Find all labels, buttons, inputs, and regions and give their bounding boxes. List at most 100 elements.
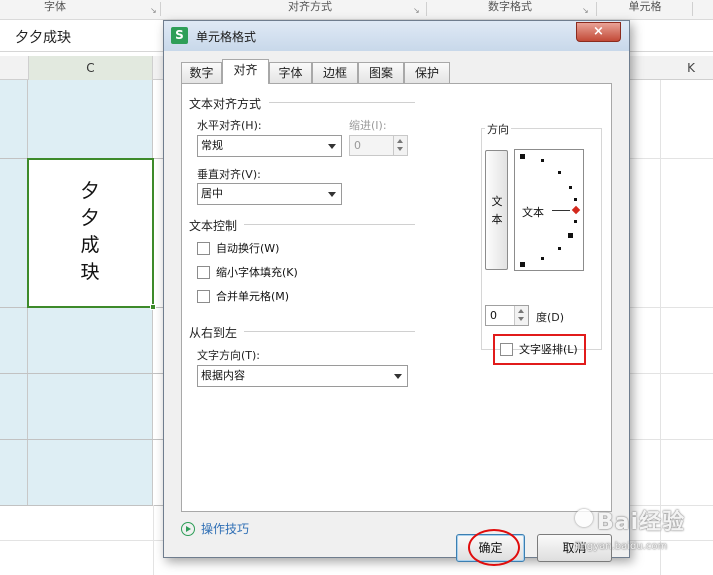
section-divider <box>244 331 415 332</box>
cell-char: 玦 <box>80 261 100 283</box>
tab-alignment[interactable]: 对齐 <box>222 59 269 84</box>
font-dialog-launcher-icon[interactable]: ↘ <box>150 6 157 15</box>
section-right-to-left: 从右到左 <box>189 326 238 340</box>
horizontal-align-value: 常规 <box>201 139 223 152</box>
indent-stepper[interactable]: 0 <box>349 135 408 156</box>
alignment-panel: 文本对齐方式 水平对齐(H): 常规 缩进(I): 0 垂直对齐(V): 居中 … <box>181 83 612 512</box>
arrow-down-icon <box>518 317 524 321</box>
section-text-alignment: 文本对齐方式 <box>189 97 262 111</box>
ribbon-group-bar: 字体 ↘ 对齐方式 ↘ 数字格式 ↘ 单元格 <box>0 0 713 20</box>
dial-point[interactable] <box>520 154 525 159</box>
text-direction-value: 根据内容 <box>201 369 245 382</box>
horizontal-align-select[interactable]: 常规 <box>197 135 342 157</box>
horizontal-align-label: 水平对齐(H): <box>197 119 262 132</box>
column-header-k[interactable]: K <box>676 56 706 80</box>
arrow-up-icon <box>518 309 524 313</box>
chevron-down-icon <box>394 374 402 379</box>
watermark-url: jingyan.baidu.com <box>575 541 668 552</box>
watermark-title: Bai经验 <box>597 510 686 535</box>
vertical-align-value: 居中 <box>201 187 223 200</box>
checkbox-box[interactable] <box>197 242 210 255</box>
ribbon-group-number-format: 数字格式 <box>488 0 532 13</box>
dial-point[interactable] <box>558 171 561 174</box>
tab-protection[interactable]: 保护 <box>404 62 450 83</box>
text-direction-label: 文字方向(T): <box>197 349 261 362</box>
grid-line <box>630 158 713 159</box>
dial-point[interactable] <box>574 220 577 223</box>
fill-handle[interactable] <box>150 304 156 310</box>
grid-line <box>0 373 163 374</box>
vertical-text-char: 本 <box>491 213 503 226</box>
dial-point[interactable] <box>541 257 544 260</box>
dial-point[interactable] <box>568 233 573 238</box>
ribbon-group-alignment: 对齐方式 <box>288 0 332 13</box>
merge-cells-label: 合并单元格(M) <box>216 290 290 303</box>
dial-handle-icon[interactable] <box>571 205 581 215</box>
text-direction-select[interactable]: 根据内容 <box>197 365 408 387</box>
vertical-text-char: 文 <box>491 195 503 208</box>
shrink-to-fit-label: 缩小字体填充(K) <box>216 266 298 279</box>
cell-vertical-text: 夕 夕 成 玦 <box>78 178 102 286</box>
tab-font[interactable]: 字体 <box>269 62 312 83</box>
ribbon-separator <box>426 2 427 16</box>
ribbon-group-font: 字体 <box>44 0 66 13</box>
grid-line <box>630 373 713 374</box>
ribbon-separator <box>160 2 161 16</box>
alignment-dialog-launcher-icon[interactable]: ↘ <box>413 6 420 15</box>
section-divider <box>244 224 415 225</box>
wrap-text-label: 自动换行(W) <box>216 242 280 255</box>
cell-char: 夕 <box>80 207 100 229</box>
indent-label: 缩进(I): <box>349 119 387 132</box>
vertical-align-select[interactable]: 居中 <box>197 183 342 205</box>
dial-point[interactable] <box>574 198 577 201</box>
tab-border[interactable]: 边框 <box>312 62 358 83</box>
dial-indicator-line <box>552 210 570 211</box>
cell-char: 成 <box>80 234 100 256</box>
vertical-text-orientation-button[interactable]: 文 本 <box>485 150 508 270</box>
dialog-titlebar[interactable]: S 单元格格式 × <box>164 21 629 51</box>
section-orientation: 方向 <box>485 121 511 137</box>
dial-point[interactable] <box>569 186 572 189</box>
arrow-down-icon <box>397 147 403 151</box>
grid-line <box>660 80 661 575</box>
format-cells-dialog: S 单元格格式 × 数字 对齐 字体 边框 图案 保护 文本对齐方式 水平对齐(… <box>163 20 630 566</box>
degrees-spin-buttons[interactable] <box>514 306 528 325</box>
ribbon-separator <box>596 2 597 16</box>
checkbox-box[interactable] <box>197 290 210 303</box>
indent-spin-buttons[interactable] <box>393 136 407 155</box>
checkbox-box[interactable] <box>197 266 210 279</box>
vertical-align-label: 垂直对齐(V): <box>197 168 261 181</box>
section-text-control: 文本控制 <box>189 219 238 233</box>
dial-text: 文本 <box>522 206 544 219</box>
chevron-down-icon <box>328 144 336 149</box>
close-button[interactable]: × <box>576 22 621 42</box>
orientation-dial[interactable]: 文本 <box>514 149 584 271</box>
grid-line <box>630 439 713 440</box>
degrees-stepper[interactable]: 0 <box>485 305 529 326</box>
baidu-jingyan-watermark: Bai经验 jingyan.baidu.com <box>575 503 705 563</box>
dialog-title: 单元格格式 <box>196 30 257 44</box>
ribbon-separator <box>692 2 693 16</box>
degrees-value: 0 <box>490 309 497 322</box>
dial-point[interactable] <box>558 247 561 250</box>
column-b-selected-area[interactable] <box>0 80 28 505</box>
column-header-c[interactable]: C <box>28 56 153 80</box>
indent-value: 0 <box>354 139 361 152</box>
wps-app-icon: S <box>171 27 188 44</box>
grid-line <box>0 439 163 440</box>
dial-point[interactable] <box>541 159 544 162</box>
tab-number[interactable]: 数字 <box>181 62 222 83</box>
tab-pattern[interactable]: 图案 <box>358 62 404 83</box>
tips-label[interactable]: 操作技巧 <box>201 521 249 537</box>
section-divider <box>269 102 415 103</box>
number-dialog-launcher-icon[interactable]: ↘ <box>582 6 589 15</box>
ribbon-group-cells: 单元格 <box>628 0 662 13</box>
dialog-body: 数字 对齐 字体 边框 图案 保护 文本对齐方式 水平对齐(H): 常规 缩进(… <box>172 51 621 566</box>
arrow-up-icon <box>397 139 403 143</box>
grid-line <box>0 505 163 506</box>
play-circle-icon <box>181 522 195 536</box>
formula-bar-value[interactable]: 夕夕成玦 <box>15 27 71 47</box>
grid-line <box>153 505 154 575</box>
annotation-ok-circle <box>468 529 520 566</box>
dial-point[interactable] <box>520 262 525 267</box>
